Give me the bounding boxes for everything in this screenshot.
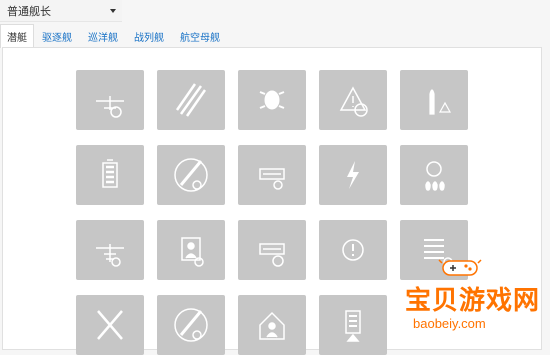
exclamation-icon	[342, 239, 364, 261]
skills-panel	[2, 47, 542, 355]
skill-tile[interactable]	[157, 70, 225, 130]
skill-tile[interactable]	[319, 70, 387, 130]
skill-grid	[76, 70, 468, 355]
skill-tile[interactable]	[238, 220, 306, 280]
tab-destroyer[interactable]: 驱逐舰	[34, 24, 80, 48]
ship-type-tabs: 潜艇 驱逐舰 巡洋舰 战列舰 航空母舰	[0, 24, 550, 48]
fire-suppression-icon	[425, 161, 445, 191]
tab-submarine[interactable]: 潜艇	[0, 24, 34, 48]
skill-tile[interactable]	[76, 145, 144, 205]
lightning-icon	[347, 161, 359, 189]
skill-tile[interactable]	[76, 295, 144, 355]
plane-reload-icon	[96, 96, 124, 118]
battery-icon	[102, 159, 118, 188]
launcher-timer-icon	[259, 243, 285, 267]
skill-tile[interactable]	[238, 70, 306, 130]
list-upgrade-icon	[424, 239, 453, 267]
skill-tile[interactable]	[238, 295, 306, 355]
torpedoes-icon	[175, 83, 207, 117]
torpedo-reload-icon	[174, 158, 208, 192]
warning-radar-icon	[339, 86, 368, 117]
turtle-shell-icon	[259, 90, 285, 110]
skill-tile[interactable]	[319, 295, 387, 355]
chevron-down-icon[interactable]	[110, 9, 116, 13]
skill-tile[interactable]	[157, 145, 225, 205]
captain-select-value: 普通舰长	[7, 5, 51, 18]
torpedo-timer-icon	[174, 308, 208, 342]
skill-tile[interactable]	[76, 220, 144, 280]
tab-carrier[interactable]: 航空母舰	[172, 24, 228, 48]
crew-timer-icon	[181, 237, 204, 267]
house-crew-icon	[259, 311, 285, 340]
skill-tile[interactable]	[400, 70, 468, 130]
skill-tile[interactable]	[319, 220, 387, 280]
crossed-torpedoes-icon	[97, 310, 123, 340]
captain-select[interactable]: 普通舰长	[0, 0, 122, 22]
skill-tile[interactable]	[157, 295, 225, 355]
skill-tile[interactable]	[157, 220, 225, 280]
skill-tile[interactable]	[238, 145, 306, 205]
battery-upgrade-icon	[345, 310, 361, 342]
aircraft-boost-icon	[96, 244, 124, 267]
tab-battleship[interactable]: 战列舰	[126, 24, 172, 48]
skill-tile[interactable]	[400, 220, 468, 280]
skill-tile[interactable]	[319, 145, 387, 205]
tab-cruiser[interactable]: 巡洋舰	[80, 24, 126, 48]
skill-tile[interactable]	[76, 70, 144, 130]
skill-tile[interactable]	[400, 145, 468, 205]
launcher-reload-icon	[259, 168, 285, 190]
shell-alert-icon	[429, 89, 452, 115]
